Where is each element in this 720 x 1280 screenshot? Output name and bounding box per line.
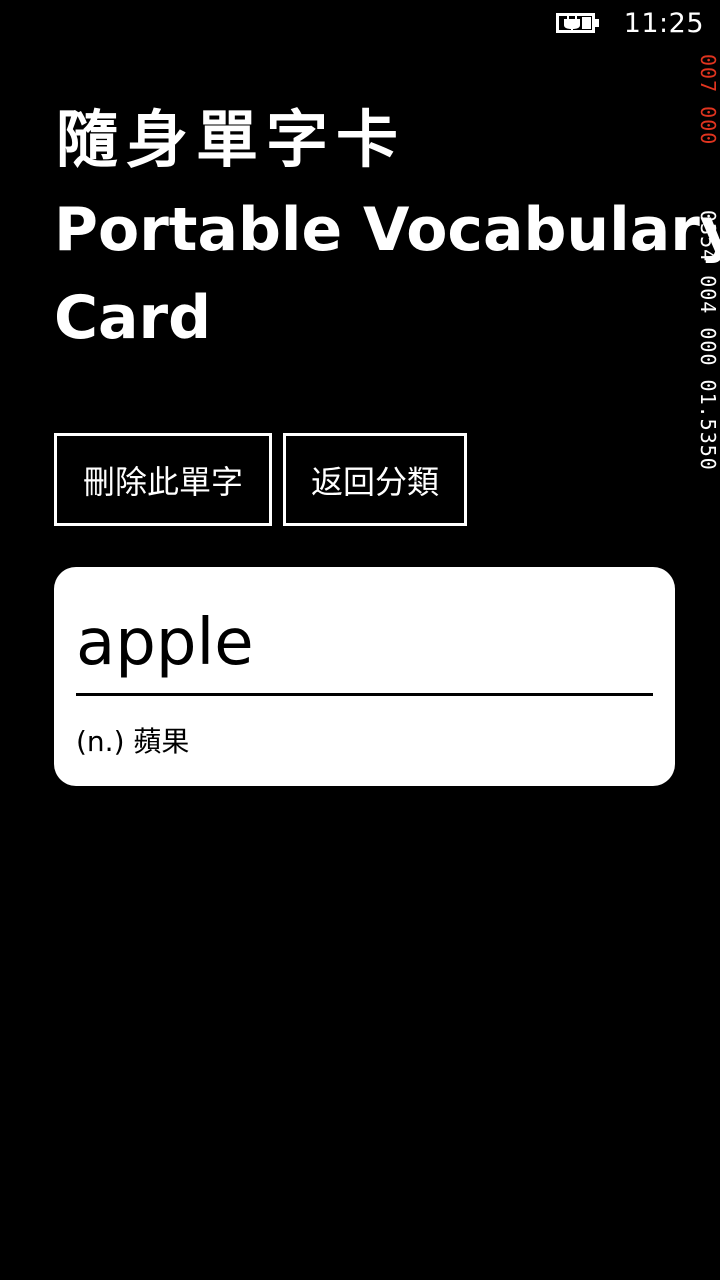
page-title-line1: Portable Vocabulary <box>54 195 720 265</box>
app-title: 隨身單字卡 <box>56 103 407 176</box>
vocabulary-card[interactable]: apple (n.) 蘋果 <box>54 567 675 786</box>
page-title-line2: Card <box>54 283 212 353</box>
perf-counter-top: 007 000 <box>696 54 720 146</box>
delete-word-button[interactable]: 刪除此單字 <box>54 433 272 526</box>
card-word: apple <box>76 606 254 680</box>
card-divider <box>76 693 653 696</box>
card-meaning: (n.) 蘋果 <box>76 725 190 758</box>
app-screen: 11:25 007 000 0354 004 000 01.5350 隨身單字卡… <box>0 0 720 1280</box>
page-title: Portable Vocabulary Card <box>54 186 720 362</box>
status-clock: 11:25 <box>623 7 704 39</box>
status-bar: 11:25 <box>555 0 720 46</box>
back-to-category-button[interactable]: 返回分類 <box>283 433 467 526</box>
battery-charging-icon <box>555 11 600 35</box>
